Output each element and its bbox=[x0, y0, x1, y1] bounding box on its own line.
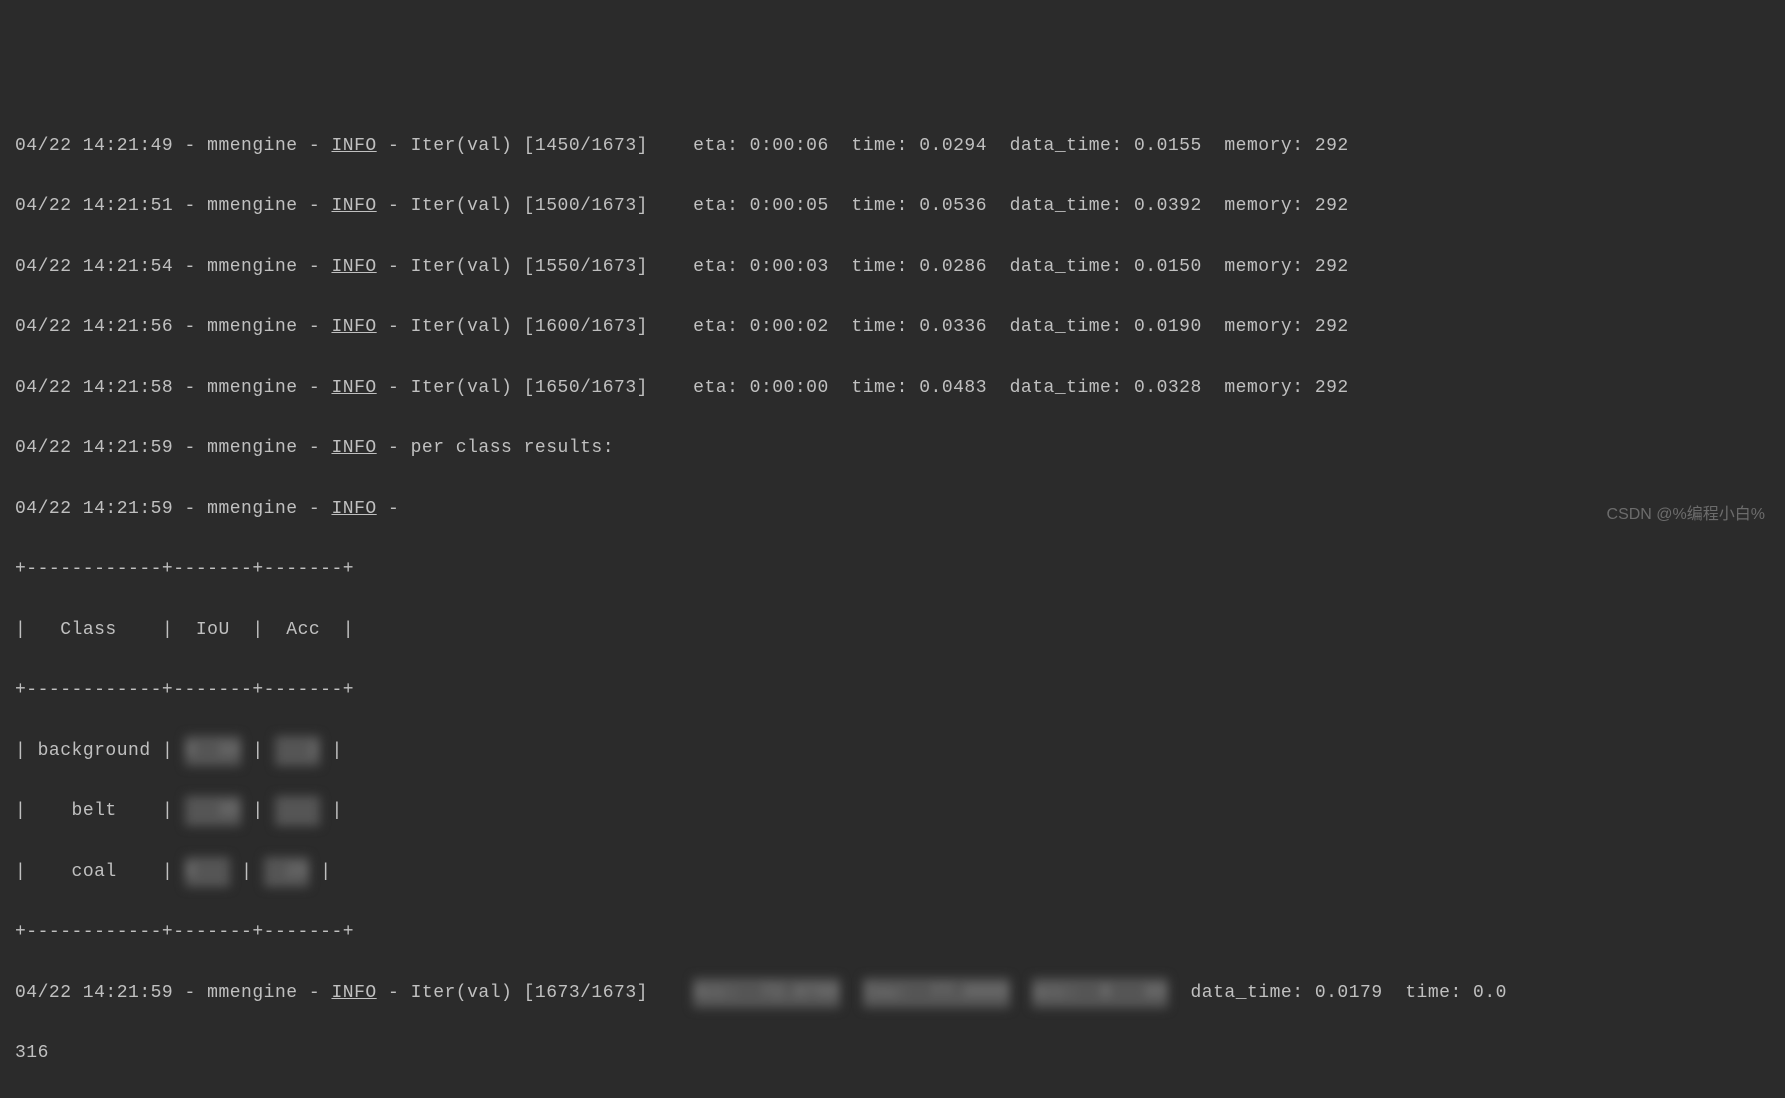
phase: Iter(val) bbox=[411, 317, 513, 337]
source: mmengine bbox=[207, 983, 297, 1003]
cell-class: belt bbox=[72, 801, 117, 821]
cell-acc-blurred: 29 bbox=[264, 857, 309, 887]
source: mmengine bbox=[207, 136, 297, 156]
table-sep: +------------+-------+-------+ bbox=[15, 554, 1770, 584]
phase: Iter(val) bbox=[411, 378, 513, 398]
log-line: 04/22 14:21:56 - mmengine - INFO - Iter(… bbox=[15, 312, 1770, 342]
time: 0.0536 bbox=[919, 196, 987, 216]
data-time: 0.0392 bbox=[1134, 196, 1202, 216]
timestamp: 04/22 14:21:54 bbox=[15, 257, 173, 277]
log-level: INFO bbox=[331, 983, 376, 1003]
iter: [1600/1673] bbox=[524, 317, 648, 337]
data-time: 0.0150 bbox=[1134, 257, 1202, 277]
table-sep: +------------+-------+-------+ bbox=[15, 917, 1770, 947]
time: 0.0336 bbox=[919, 317, 987, 337]
cutoff-line: 316 bbox=[15, 1038, 1770, 1068]
time: 0.0286 bbox=[919, 257, 987, 277]
iter: [1450/1673] bbox=[524, 136, 648, 156]
cell-acc-blurred bbox=[275, 796, 320, 826]
table-row: | coal | 8 | 29 | bbox=[15, 857, 1770, 887]
phase: Iter(val) bbox=[411, 136, 513, 156]
memory: 292 bbox=[1315, 378, 1349, 398]
log-line: 04/22 14:21:54 - mmengine - INFO - Iter(… bbox=[15, 252, 1770, 282]
table-row: | belt | 35 | | bbox=[15, 796, 1770, 826]
table-row: | background | 9 34 | 2 | bbox=[15, 736, 1770, 766]
table-header: | Class | IoU | Acc | bbox=[15, 615, 1770, 645]
time-cutoff: time: 0.0 bbox=[1405, 983, 1507, 1003]
eta: 0:00:05 bbox=[750, 196, 829, 216]
col-class: Class bbox=[60, 620, 117, 640]
source: mmengine bbox=[207, 499, 297, 519]
phase: Iter(val) bbox=[411, 983, 513, 1003]
data-time: 0.0328 bbox=[1134, 378, 1202, 398]
watermark: CSDN @%编程小白% bbox=[1607, 502, 1765, 529]
table-sep: +------------+-------+-------+ bbox=[15, 675, 1770, 705]
memory: 292 bbox=[1315, 196, 1349, 216]
eta: 0:00:00 bbox=[750, 378, 829, 398]
log-level: INFO bbox=[331, 499, 376, 519]
log-level: INFO bbox=[331, 317, 376, 337]
cell-iou-blurred: 9 34 bbox=[185, 736, 242, 766]
log-msg-line: 04/22 14:21:59 - mmengine - INFO - per c… bbox=[15, 433, 1770, 463]
cell-acc-blurred: 2 bbox=[275, 736, 320, 766]
timestamp: 04/22 14:21:59 bbox=[15, 499, 173, 519]
cell-iou-blurred: 8 bbox=[185, 857, 230, 887]
timestamp: 04/22 14:21:58 bbox=[15, 378, 173, 398]
log-level: INFO bbox=[331, 136, 376, 156]
iter: [1550/1673] bbox=[524, 257, 648, 277]
iter: [1650/1673] bbox=[524, 378, 648, 398]
timestamp: 04/22 14:21:59 bbox=[15, 438, 173, 458]
log-level: INFO bbox=[331, 378, 376, 398]
metric-blurred: Acc: 72.0700 bbox=[693, 978, 840, 1008]
metric-blurred: Iou: 77.0000 bbox=[863, 978, 1010, 1008]
source: mmengine bbox=[207, 257, 297, 277]
log-level: INFO bbox=[331, 196, 376, 216]
log-level: INFO bbox=[331, 438, 376, 458]
eta: 0:00:06 bbox=[750, 136, 829, 156]
memory: 292 bbox=[1315, 136, 1349, 156]
iter: [1673/1673] bbox=[524, 983, 648, 1003]
timestamp: 04/22 14:21:59 bbox=[15, 983, 173, 1003]
log-final-line: 04/22 14:21:59 - mmengine - INFO - Iter(… bbox=[15, 978, 1770, 1008]
metric-blurred: acc: 8 00 bbox=[1032, 978, 1168, 1008]
time: 0.0294 bbox=[919, 136, 987, 156]
col-iou: IoU bbox=[196, 620, 230, 640]
phase: Iter(val) bbox=[411, 196, 513, 216]
iter: [1500/1673] bbox=[524, 196, 648, 216]
source: mmengine bbox=[207, 438, 297, 458]
phase: Iter(val) bbox=[411, 257, 513, 277]
eta: 0:00:03 bbox=[750, 257, 829, 277]
message: per class results: bbox=[411, 438, 614, 458]
log-empty-line: 04/22 14:21:59 - mmengine - INFO - bbox=[15, 494, 1770, 524]
timestamp: 04/22 14:21:49 bbox=[15, 136, 173, 156]
source: mmengine bbox=[207, 378, 297, 398]
memory: 292 bbox=[1315, 257, 1349, 277]
log-line: 04/22 14:21:58 - mmengine - INFO - Iter(… bbox=[15, 373, 1770, 403]
data-time: 0.0179 bbox=[1315, 983, 1383, 1003]
cell-class: background bbox=[38, 741, 151, 761]
cell-iou-blurred: 35 bbox=[185, 796, 242, 826]
time: 0.0483 bbox=[919, 378, 987, 398]
col-acc: Acc bbox=[286, 620, 320, 640]
timestamp: 04/22 14:21:51 bbox=[15, 196, 173, 216]
data-time: 0.0155 bbox=[1134, 136, 1202, 156]
log-level: INFO bbox=[331, 257, 376, 277]
source: mmengine bbox=[207, 317, 297, 337]
log-line: 04/22 14:21:51 - mmengine - INFO - Iter(… bbox=[15, 191, 1770, 221]
log-line: 04/22 14:21:49 - mmengine - INFO - Iter(… bbox=[15, 131, 1770, 161]
source: mmengine bbox=[207, 196, 297, 216]
timestamp: 04/22 14:21:56 bbox=[15, 317, 173, 337]
eta: 0:00:02 bbox=[750, 317, 829, 337]
memory: 292 bbox=[1315, 317, 1349, 337]
data-time: 0.0190 bbox=[1134, 317, 1202, 337]
cell-class: coal bbox=[72, 862, 117, 882]
